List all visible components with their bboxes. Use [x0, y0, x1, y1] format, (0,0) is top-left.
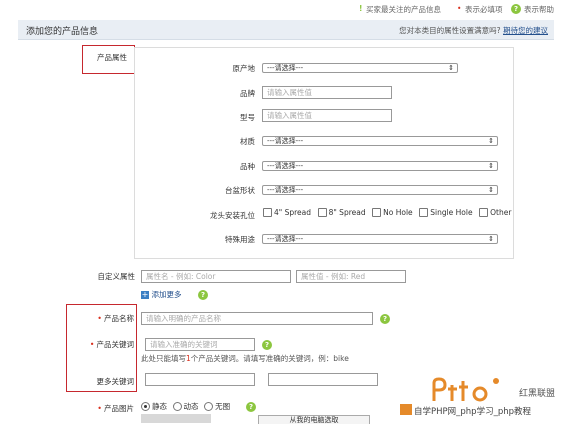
select-arrows-icon: ⇕	[488, 137, 494, 145]
checkbox[interactable]	[479, 208, 489, 217]
legend-required: 表示必填项	[465, 5, 503, 14]
legend-important: 买家最关注的产品信息	[366, 5, 441, 14]
keyword-input[interactable]: 请输入准确的关键词	[145, 338, 255, 351]
faucet-option-4-spread[interactable]: 4" Spread	[263, 208, 311, 217]
checkbox[interactable]	[263, 208, 272, 217]
brand-input[interactable]: 请输入属性值	[262, 86, 392, 99]
product-attrs-label: 产品属性	[97, 53, 127, 62]
required-star-icon: •	[89, 340, 95, 349]
image-placeholder	[141, 414, 211, 423]
material-select[interactable]: ---请选择--- ⇕	[262, 136, 498, 146]
material-select-value: ---请选择---	[267, 137, 304, 145]
basin-shape-label: 台盆形状	[225, 186, 255, 195]
keyword-hint: 此处只能填写1个产品关键词。请填写准确的关键词，例：bike	[141, 354, 349, 363]
faucet-holes-options: 4" Spread 8" Spread No Hole Single Hole …	[263, 208, 511, 217]
radio[interactable]	[141, 402, 150, 411]
variety-select[interactable]: ---请选择--- ⇕	[262, 161, 498, 171]
radio[interactable]	[204, 402, 214, 411]
faucet-option-8-spread[interactable]: 8" Spread	[317, 208, 366, 217]
radio[interactable]	[172, 402, 182, 411]
more-keywords-label: 更多关键词	[96, 377, 135, 386]
legend-help: 表示帮助	[524, 5, 554, 14]
special-use-select[interactable]: ---请选择--- ⇕	[262, 234, 498, 244]
model-label: 型号	[240, 113, 255, 122]
watermark-brand: 红黑联盟	[519, 389, 556, 399]
help-icon[interactable]: ?	[198, 290, 208, 300]
help-icon: ?	[511, 4, 521, 14]
radio-animated[interactable]: 动态	[172, 402, 199, 411]
exclamation-icon: !	[359, 4, 363, 13]
origin-label: 原产地	[232, 64, 256, 73]
plus-icon: +	[141, 289, 149, 299]
image-type-radios: 静态 动态 无图	[141, 401, 230, 412]
radio-static[interactable]: 静态	[141, 402, 167, 411]
required-star-icon: •	[457, 4, 462, 13]
product-attrs-highlight: 产品属性	[82, 45, 135, 74]
model-input[interactable]: 请输入属性值	[262, 109, 392, 122]
basin-shape-select[interactable]: ---请选择--- ⇕	[262, 185, 498, 195]
basin-shape-select-value: ---请选择---	[267, 186, 304, 194]
product-name-input[interactable]: 请输入明确的产品名称	[141, 312, 373, 325]
special-use-label: 特殊用途	[225, 235, 255, 244]
attrs-panel	[134, 47, 514, 259]
variety-select-value: ---请选择---	[267, 162, 304, 170]
custom-attrs-label: 自定义属性	[97, 272, 136, 281]
feedback-tip: 您对本类目的属性设置满意吗? 期待您的建议	[399, 25, 548, 36]
faucet-option-other[interactable]: Other	[479, 208, 511, 217]
checkbox[interactable]	[419, 208, 429, 217]
brand-label: 品牌	[240, 89, 255, 98]
product-name-label: • 产品名称	[97, 314, 134, 323]
select-arrows-icon: ⇕	[488, 235, 494, 243]
select-arrows-icon: ⇕	[488, 186, 494, 194]
watermark-logo-image	[432, 377, 499, 402]
variety-label: 品种	[240, 162, 255, 171]
help-icon[interactable]: ?	[380, 314, 390, 324]
watermark-logo	[430, 377, 510, 403]
watermark-small-icon	[400, 404, 412, 415]
more-keyword-input-1[interactable]	[145, 373, 255, 386]
keyword-label: • 产品关键词	[89, 340, 134, 349]
add-more-label: 添加更多	[151, 290, 182, 299]
origin-select-value: ---请选择---	[267, 64, 304, 72]
faucet-option-no-hole[interactable]: No Hole	[372, 208, 413, 217]
checkbox[interactable]	[317, 208, 327, 217]
top-legend-bar: ! 买家最关注的产品信息 • 表示必填项 ? 表示帮助	[0, 0, 567, 20]
origin-select[interactable]: ---请选择--- ⇕	[262, 63, 458, 73]
material-label: 材质	[240, 137, 255, 146]
page-title: 添加您的产品信息	[26, 27, 99, 37]
product-image-label: • 产品图片	[97, 404, 134, 413]
special-use-select-value: ---请选择---	[267, 235, 304, 243]
add-more-button[interactable]: + 添加更多	[141, 289, 182, 300]
custom-attr-value-input[interactable]: 属性值 - 例如: Red	[296, 270, 406, 283]
feedback-question: 您对本类目的属性设置满意吗?	[399, 26, 501, 35]
required-star-icon: •	[97, 404, 102, 413]
required-star-icon: •	[97, 314, 102, 323]
help-icon[interactable]: ?	[246, 402, 256, 412]
more-keyword-input-2[interactable]	[268, 373, 378, 386]
feedback-link[interactable]: 期待您的建议	[503, 26, 548, 35]
custom-attr-name-input[interactable]: 属性名 - 例如: Color	[141, 270, 291, 283]
radio-no-image[interactable]: 无图	[204, 402, 230, 411]
select-arrows-icon: ⇕	[488, 162, 494, 170]
help-icon[interactable]: ?	[262, 340, 272, 350]
section-header: 添加您的产品信息 您对本类目的属性设置满意吗? 期待您的建议	[18, 20, 554, 40]
checkbox[interactable]	[372, 208, 382, 217]
select-arrows-icon: ⇕	[448, 64, 454, 72]
watermark-slogan: 自学PHP网_php学习_php教程	[414, 407, 532, 417]
faucet-option-single-hole[interactable]: Single Hole	[419, 208, 473, 217]
faucet-holes-label: 龙头安装孔位	[210, 211, 255, 220]
